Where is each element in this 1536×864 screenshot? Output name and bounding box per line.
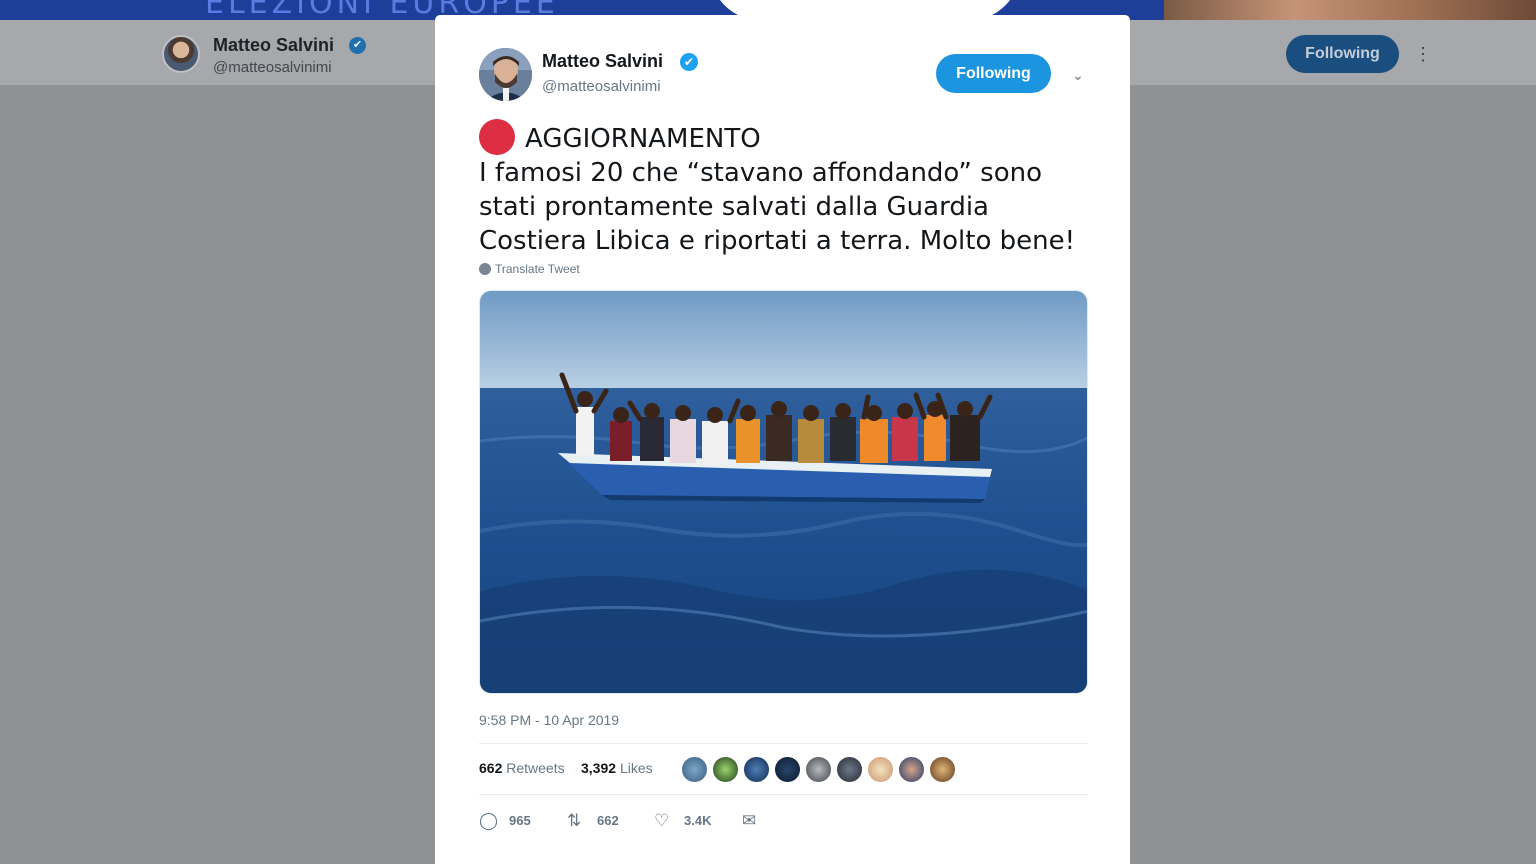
direct-message-button[interactable]: ✉ bbox=[742, 811, 764, 833]
chevron-down-icon[interactable]: ⌄ bbox=[1068, 65, 1088, 85]
retweets-stat[interactable]: 662 Retweets bbox=[479, 760, 565, 776]
tweet-card: Matteo Salvini ✔ @matteosalvinimi Follow… bbox=[435, 15, 1130, 864]
verified-badge-icon: ✔ bbox=[349, 37, 366, 54]
liker-avatar[interactable] bbox=[681, 756, 708, 783]
tweet-stats: 662 Retweets 3,392 Likes bbox=[479, 743, 1088, 795]
tweet-photo[interactable] bbox=[479, 290, 1088, 694]
liker-avatar[interactable] bbox=[929, 756, 956, 783]
liker-avatar[interactable] bbox=[712, 756, 739, 783]
liker-avatar[interactable] bbox=[805, 756, 832, 783]
likes-stat[interactable]: 3,392 Likes bbox=[581, 760, 653, 776]
author-handle[interactable]: @matteosalvinimi bbox=[542, 78, 661, 95]
profile-avatar[interactable] bbox=[162, 35, 200, 73]
globe-icon bbox=[479, 263, 491, 275]
following-button[interactable]: Following bbox=[936, 54, 1051, 93]
message-icon: ✉ bbox=[742, 811, 757, 830]
translate-tweet-link[interactable]: Translate Tweet bbox=[479, 262, 580, 276]
liker-avatar[interactable] bbox=[867, 756, 894, 783]
like-icon: ♡ bbox=[654, 811, 670, 830]
tweet-text-line-3: stati prontamente salvati dalla Guardia bbox=[479, 192, 989, 222]
banner-photo bbox=[1164, 0, 1536, 20]
verified-badge-icon: ✔ bbox=[680, 53, 698, 71]
tweet-text: AGGIORNAMENTO I famosi 20 che “stavano a… bbox=[479, 119, 1099, 258]
liker-avatar[interactable] bbox=[743, 756, 770, 783]
author-name[interactable]: Matteo Salvini bbox=[542, 51, 663, 72]
tweet-text-line-2: I famosi 20 che “stavano affondando” son… bbox=[479, 158, 1042, 188]
profile-following-button[interactable]: Following bbox=[1286, 35, 1399, 73]
liker-avatar[interactable] bbox=[898, 756, 925, 783]
retweet-button[interactable]: ⇅ 662 bbox=[567, 811, 619, 833]
liker-avatar[interactable] bbox=[836, 756, 863, 783]
liker-avatar[interactable] bbox=[774, 756, 801, 783]
retweet-icon: ⇅ bbox=[567, 811, 582, 830]
red-circle-emoji bbox=[479, 119, 515, 155]
profile-handle: @matteosalvinimi bbox=[213, 59, 332, 76]
profile-name[interactable]: Matteo Salvini bbox=[213, 35, 334, 56]
more-dots-icon[interactable]: ⋮ bbox=[1414, 42, 1432, 66]
reply-icon: ◯ bbox=[479, 811, 499, 830]
reply-button[interactable]: ◯ 965 bbox=[479, 811, 531, 833]
tweet-actions: ◯ 965 ⇅ 662 ♡ 3.4K ✉ bbox=[479, 807, 1088, 837]
author-avatar[interactable] bbox=[479, 48, 532, 101]
tweet-text-line-1: AGGIORNAMENTO bbox=[479, 119, 1099, 156]
tweet-timestamp[interactable]: 9:58 PM - 10 Apr 2019 bbox=[479, 712, 619, 728]
tweet-text-line-4: Costiera Libica e riportati a terra. Mol… bbox=[479, 226, 1076, 256]
like-button[interactable]: ♡ 3.4K bbox=[654, 811, 711, 833]
